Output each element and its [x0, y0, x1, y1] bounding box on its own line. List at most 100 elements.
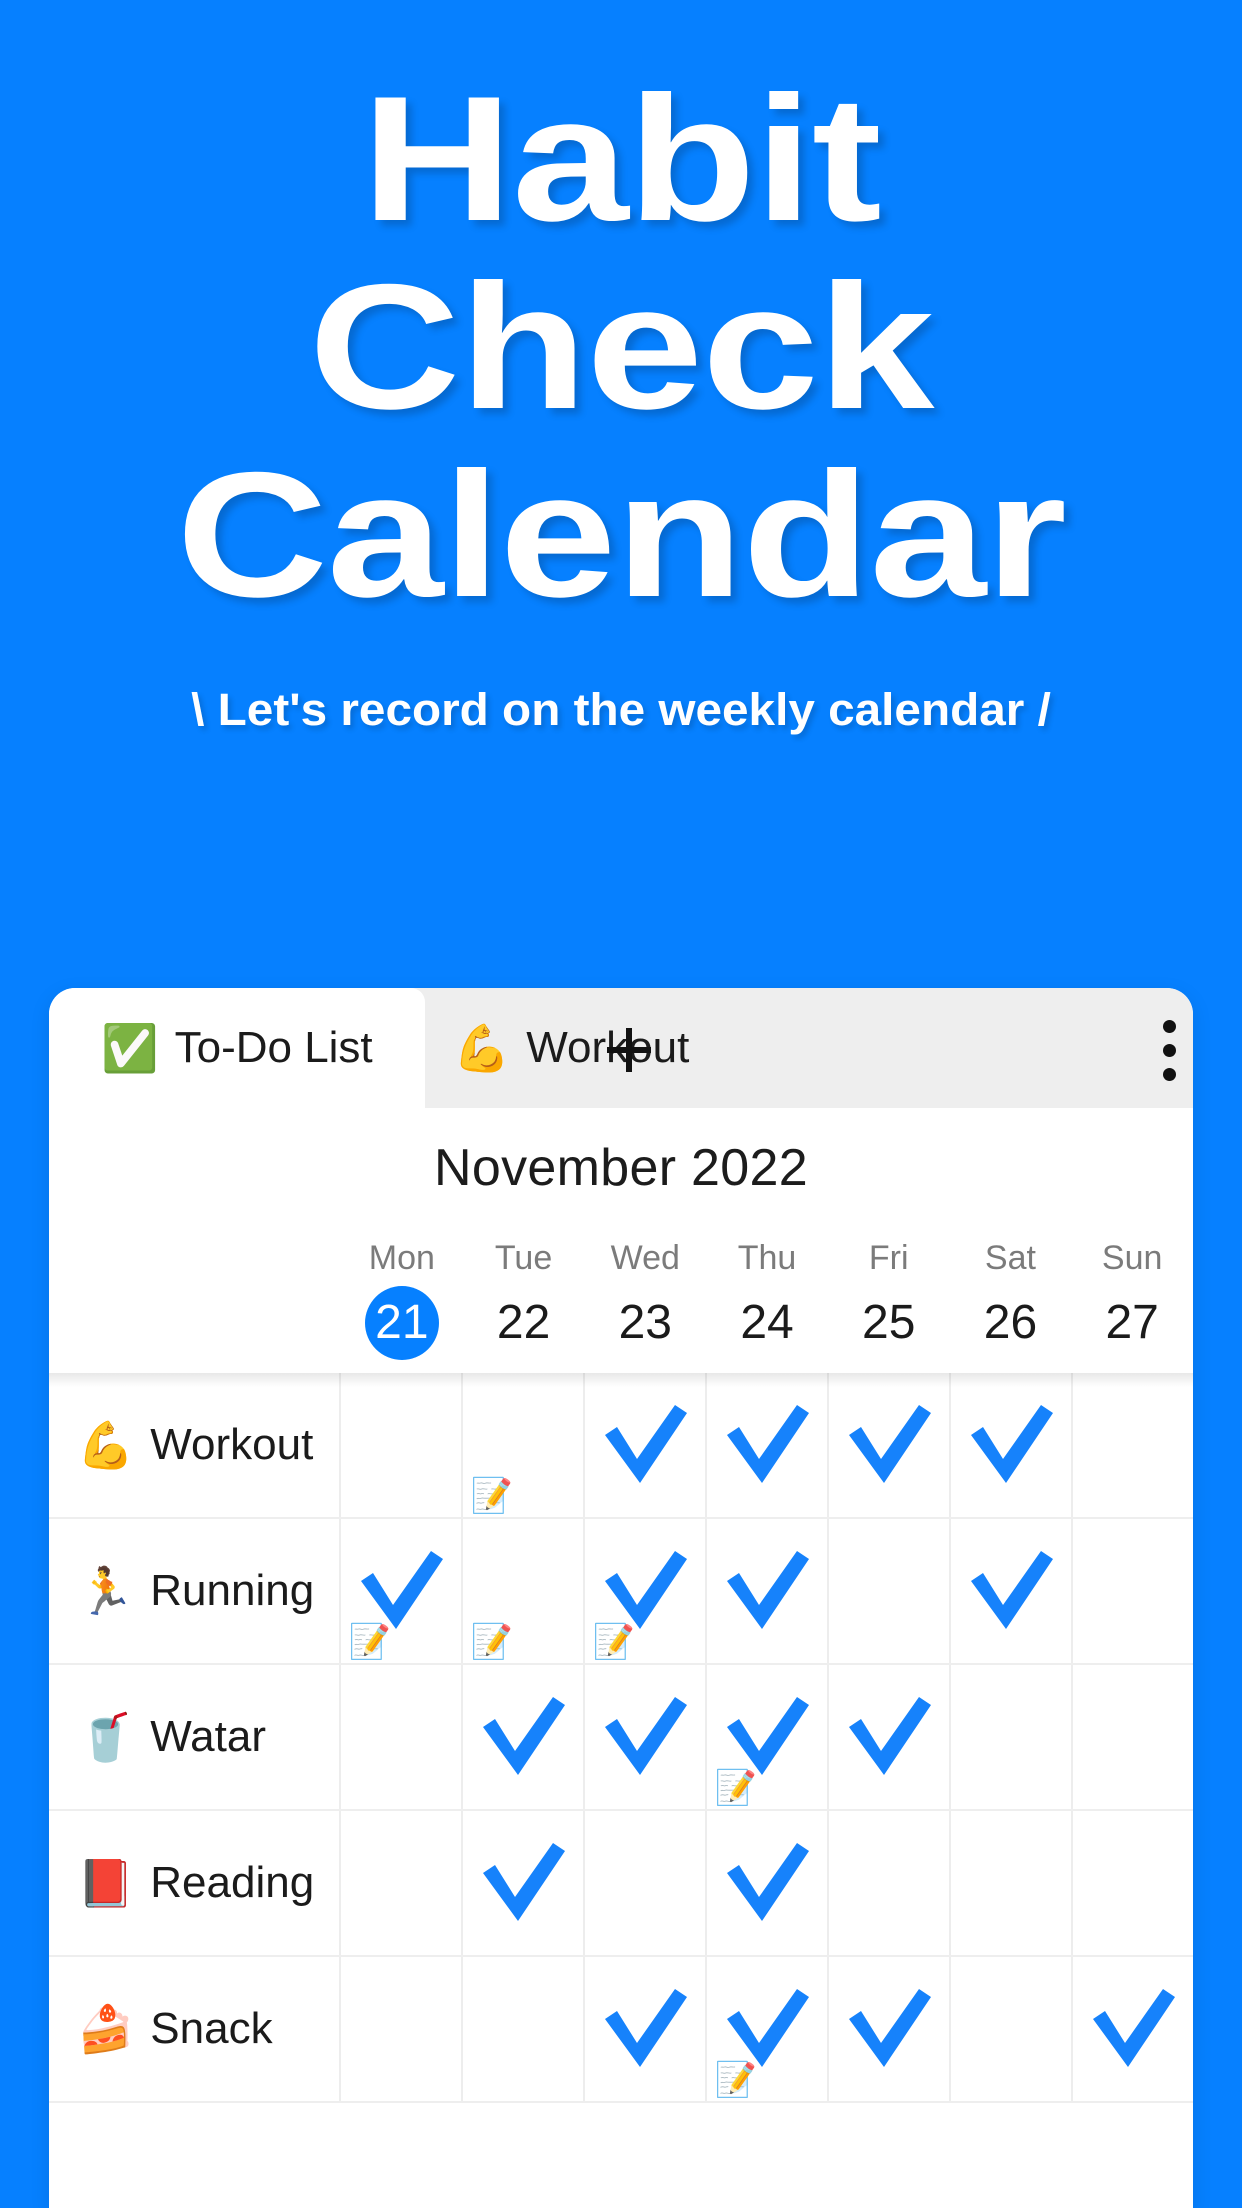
- add-tab-button[interactable]: [589, 1010, 669, 1090]
- memo-note-icon[interactable]: 📝: [349, 1625, 391, 1659]
- habit-cell[interactable]: 📝: [338, 1519, 461, 1663]
- app-screenshot-card: ✅ To-Do List 💪 Workout November 2022 Mon…: [49, 988, 1193, 2208]
- check-mark-icon: [841, 1693, 937, 1781]
- habit-cell[interactable]: [826, 1373, 949, 1517]
- habit-cell[interactable]: [1070, 1811, 1193, 1955]
- habit-cell[interactable]: 📝: [460, 1519, 583, 1663]
- tab-bar: ✅ To-Do List 💪 Workout: [49, 988, 1193, 1108]
- habit-cell[interactable]: [1070, 1519, 1193, 1663]
- habit-cell[interactable]: [460, 1811, 583, 1955]
- date-column-thu[interactable]: Thu 24: [706, 1228, 828, 1373]
- memo-note-icon[interactable]: 📝: [715, 1771, 757, 1805]
- habit-label[interactable]: 🏃 Running: [49, 1519, 339, 1663]
- habit-cell[interactable]: [338, 1373, 461, 1517]
- habit-emoji-icon: 📕: [77, 1857, 135, 1909]
- date-column-mon[interactable]: Mon 21: [341, 1228, 463, 1373]
- habit-cell[interactable]: [338, 1957, 461, 2101]
- title-line-1: Habit: [361, 59, 881, 258]
- date-column-tue[interactable]: Tue 22: [463, 1228, 585, 1373]
- tab-to-do-list[interactable]: ✅ To-Do List: [49, 988, 425, 1108]
- habit-label[interactable]: 💪 Workout: [49, 1373, 339, 1517]
- habit-row: 🏃 Running 📝 📝 📝: [49, 1519, 1193, 1665]
- habit-cell[interactable]: [948, 1811, 1071, 1955]
- check-mark-icon: [597, 1985, 693, 2073]
- habit-cell[interactable]: [704, 1373, 827, 1517]
- check-mark-icon: [963, 1547, 1059, 1635]
- habit-cell[interactable]: [826, 1957, 949, 2101]
- hero-subtitle: \ Let's record on the weekly calendar /: [191, 684, 1051, 735]
- habit-row: 💪 Workout 📝: [49, 1373, 1193, 1519]
- check-mark-icon: [597, 1547, 693, 1635]
- hero-section: Habit Check Calendar \ Let's record on t…: [0, 0, 1242, 734]
- habit-cell[interactable]: [704, 1519, 827, 1663]
- habit-cell[interactable]: 📝: [704, 1665, 827, 1809]
- habit-cell[interactable]: [582, 1373, 705, 1517]
- habit-cell[interactable]: [948, 1373, 1071, 1517]
- habit-emoji-icon: 💪: [77, 1419, 135, 1471]
- kebab-menu-icon-dot-2: [1162, 1043, 1176, 1057]
- habit-emoji-icon: 🥤: [77, 1711, 135, 1763]
- habit-cell[interactable]: [826, 1665, 949, 1809]
- week-date-header: Mon 21 Tue 22 Wed 23 Thu 24 Fri 25 Sat 26 Sun 27: [49, 1228, 1193, 1373]
- memo-note-icon[interactable]: 📝: [471, 1625, 513, 1659]
- habit-cell[interactable]: 📝: [582, 1519, 705, 1663]
- check-mark-icon: [475, 1693, 571, 1781]
- habit-name: Watar: [150, 1712, 266, 1761]
- habit-label[interactable]: 📕 Reading: [49, 1811, 339, 1955]
- habit-cell[interactable]: [948, 1519, 1071, 1663]
- habit-cell[interactable]: [582, 1665, 705, 1809]
- habit-row: 🍰 Snack 📝: [49, 1957, 1193, 2103]
- date-number[interactable]: 22: [487, 1286, 561, 1360]
- date-number[interactable]: 23: [608, 1286, 682, 1360]
- date-number[interactable]: 27: [1095, 1286, 1169, 1360]
- date-number[interactable]: 25: [852, 1286, 926, 1360]
- habit-emoji-icon: 🏃: [77, 1565, 135, 1617]
- tab-workout[interactable]: 💪 Workout: [425, 988, 717, 1108]
- plus-icon: [601, 1022, 657, 1078]
- habit-emoji-icon: 🍰: [77, 2003, 135, 2055]
- habit-cell[interactable]: [826, 1519, 949, 1663]
- check-mark-icon: [719, 1985, 815, 2073]
- habit-cell[interactable]: [704, 1811, 827, 1955]
- habit-cell[interactable]: [460, 1665, 583, 1809]
- date-number[interactable]: 24: [730, 1286, 804, 1360]
- habit-cell[interactable]: [338, 1811, 461, 1955]
- check-mark-icon: [719, 1839, 815, 1927]
- habit-row: 📕 Reading: [49, 1811, 1193, 1957]
- date-column-sun[interactable]: Sun 27: [1071, 1228, 1193, 1373]
- check-mark-icon: [841, 1985, 937, 2073]
- habit-cell[interactable]: [338, 1665, 461, 1809]
- habit-cell[interactable]: [948, 1665, 1071, 1809]
- habit-cell[interactable]: [582, 1811, 705, 1955]
- weekday-label: Mon: [368, 1239, 435, 1277]
- habit-label[interactable]: 🍰 Snack: [49, 1957, 339, 2101]
- habit-cell[interactable]: 📝: [704, 1957, 827, 2101]
- date-column-wed[interactable]: Wed 23: [584, 1228, 706, 1373]
- check-mark-icon: [841, 1401, 937, 1489]
- checkmark-box-icon: ✅: [101, 1022, 159, 1074]
- weekday-label: Thu: [737, 1239, 797, 1277]
- date-column-fri[interactable]: Fri 25: [828, 1228, 950, 1373]
- memo-note-icon[interactable]: 📝: [715, 2063, 757, 2097]
- habit-cell[interactable]: 📝: [460, 1373, 583, 1517]
- check-mark-icon: [597, 1401, 693, 1489]
- weekday-label: Sun: [1101, 1239, 1163, 1277]
- habit-cell[interactable]: [1070, 1957, 1193, 2101]
- memo-note-icon[interactable]: 📝: [593, 1625, 635, 1659]
- memo-note-icon[interactable]: 📝: [471, 1479, 513, 1513]
- habit-cell[interactable]: [948, 1957, 1071, 2101]
- date-number-selected[interactable]: 21: [364, 1286, 439, 1360]
- habit-name: Running: [150, 1566, 315, 1615]
- habit-name: Workout: [150, 1420, 314, 1469]
- habit-label[interactable]: 🥤 Watar: [49, 1665, 339, 1809]
- habit-cell[interactable]: [1070, 1373, 1193, 1517]
- date-column-sat[interactable]: Sat 26: [950, 1228, 1072, 1373]
- habit-cell[interactable]: [582, 1957, 705, 2101]
- date-number[interactable]: 26: [973, 1286, 1047, 1360]
- overflow-menu-button[interactable]: [1131, 1010, 1193, 1090]
- page-title: Habit Check Calendar: [0, 70, 1242, 624]
- check-mark-icon: [719, 1547, 815, 1635]
- habit-cell[interactable]: [826, 1811, 949, 1955]
- habit-cell[interactable]: [460, 1957, 583, 2101]
- habit-cell[interactable]: [1070, 1665, 1193, 1809]
